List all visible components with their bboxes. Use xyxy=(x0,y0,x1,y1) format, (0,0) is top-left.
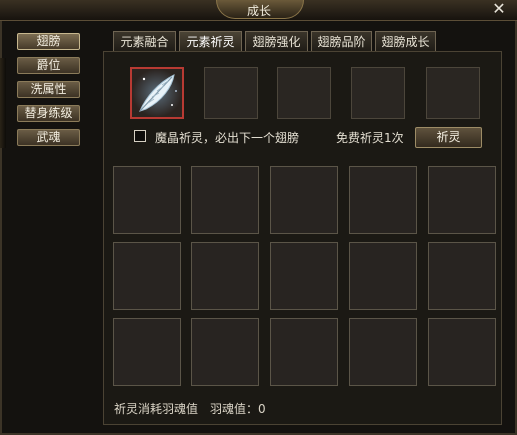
prayer-cost-label: 祈灵消耗羽魂值 xyxy=(114,402,199,416)
sidebar-item-wings[interactable]: 翅膀 xyxy=(17,33,80,50)
magic-crystal-checkbox[interactable] xyxy=(134,130,146,142)
reward-slot[interactable] xyxy=(191,166,259,234)
pray-button[interactable]: 祈灵 xyxy=(415,127,482,148)
window-title: 成长 xyxy=(246,4,271,18)
prayer-slot-4[interactable] xyxy=(351,67,405,119)
reward-slot[interactable] xyxy=(349,242,417,310)
reward-slot[interactable] xyxy=(349,166,417,234)
tab-wing-enhance[interactable]: 翅膀强化 xyxy=(245,31,308,52)
title-bar: 成长 ✕ xyxy=(0,0,517,21)
reward-slot[interactable] xyxy=(113,242,181,310)
left-edge-decoration xyxy=(0,58,6,148)
feather-slot[interactable] xyxy=(130,67,184,119)
prayer-slot-3[interactable] xyxy=(277,67,331,119)
reward-slot[interactable] xyxy=(270,166,338,234)
sidebar-item-rank[interactable]: 爵位 xyxy=(17,57,80,74)
reward-slot[interactable] xyxy=(270,242,338,310)
feather-icon xyxy=(132,69,182,117)
sidebar-item-reroll-attributes[interactable]: 洗属性 xyxy=(17,81,80,98)
feather-soul-value: 羽魂值：0 xyxy=(210,402,266,416)
close-icon[interactable]: ✕ xyxy=(490,0,508,18)
tab-element-fusion[interactable]: 元素融合 xyxy=(113,31,176,52)
tab-element-prayer[interactable]: 元素祈灵 xyxy=(179,31,242,53)
prayer-slot-2[interactable] xyxy=(204,67,258,119)
reward-slot[interactable] xyxy=(113,318,181,386)
free-prayer-count: 免费祈灵1次 xyxy=(336,131,404,145)
reward-slot[interactable] xyxy=(428,242,496,310)
tab-wing-grade[interactable]: 翅膀品阶 xyxy=(311,31,372,52)
reward-slot[interactable] xyxy=(191,318,259,386)
prayer-slot-5[interactable] xyxy=(426,67,480,119)
reward-slot[interactable] xyxy=(191,242,259,310)
reward-slot[interactable] xyxy=(270,318,338,386)
sidebar-item-substitute-leveling[interactable]: 替身练级 xyxy=(17,105,80,122)
reward-slot[interactable] xyxy=(113,166,181,234)
sidebar-item-warrior-soul[interactable]: 武魂 xyxy=(17,129,80,146)
reward-slot[interactable] xyxy=(428,166,496,234)
reward-slot[interactable] xyxy=(349,318,417,386)
tab-wing-growth[interactable]: 翅膀成长 xyxy=(375,31,436,52)
checkbox-label: 魔晶祈灵，必出下一个翅膀 xyxy=(155,131,300,145)
reward-slot[interactable] xyxy=(428,318,496,386)
